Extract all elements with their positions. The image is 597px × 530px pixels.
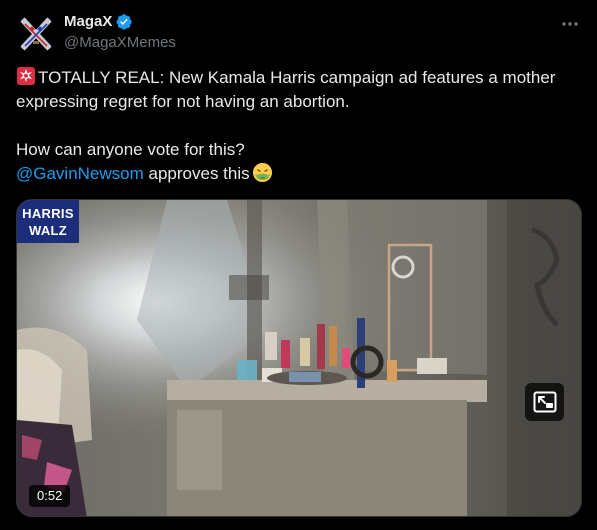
rotating-light-emoji-icon — [17, 67, 35, 85]
author-handle[interactable]: @MagaXMemes — [64, 33, 176, 53]
tweet-header: MagaX @MagaXMemes — [16, 12, 581, 54]
mention-link[interactable]: @GavinNewsom — [16, 164, 144, 183]
tweet-text-line1: TOTALLY REAL: New Kamala Harris campaign… — [16, 68, 561, 111]
tweet-text-line2: How can anyone vote for this? — [16, 140, 245, 159]
campaign-watermark: HARRIS WALZ — [17, 200, 79, 243]
picture-in-picture-icon — [533, 391, 556, 413]
crossed-swords-x-logo-icon — [16, 14, 56, 54]
nauseated-face-emoji-icon — [252, 162, 272, 183]
watermark-line2: WALZ — [28, 222, 68, 238]
more-horizontal-icon — [562, 22, 578, 26]
tweet-body: TOTALLY REAL: New Kamala Harris campaign… — [16, 66, 581, 186]
author-display-name[interactable]: MagaX — [64, 12, 112, 32]
tweet-text-line3: approves this — [143, 164, 250, 183]
verified-badge-icon[interactable] — [115, 13, 133, 31]
picture-in-picture-button[interactable] — [525, 383, 564, 421]
video-frame — [17, 200, 581, 516]
video-duration: 0:52 — [29, 485, 71, 507]
watermark-line1: HARRIS — [22, 205, 74, 221]
author-avatar[interactable] — [16, 14, 56, 54]
video-player[interactable]: HARRIS WALZ 0:52 — [16, 199, 582, 517]
more-options-button[interactable] — [559, 14, 581, 34]
